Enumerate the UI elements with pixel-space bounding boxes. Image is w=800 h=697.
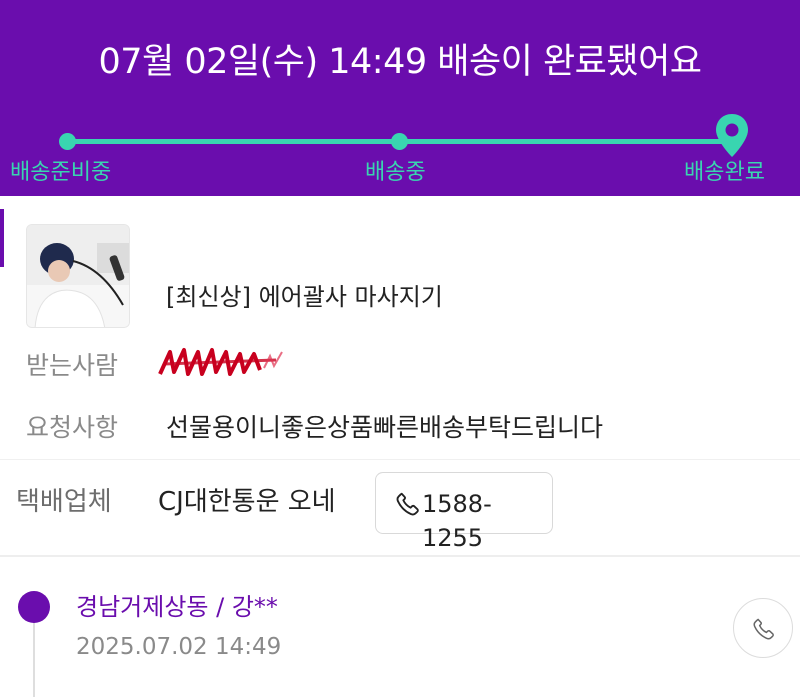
request-value: 선물용이니좋은상품빠른배송부탁드립니다 [166,413,604,442]
tracking-entry-location: 경남거제상동 / 강** [76,593,278,621]
location-pin-icon [716,114,748,157]
step-label-preparing: 배송준비중 [10,160,112,185]
courier-name: CJ대한통운 오네 [158,487,336,517]
phone-icon [753,618,774,640]
timeline-dot-current [18,591,50,623]
step-dot-preparing [59,133,76,150]
step-label-delivered: 배송완료 [684,160,765,185]
phone-icon [396,492,419,516]
recipient-label: 받는사람 [26,351,119,380]
section-accent-bar [0,209,4,267]
section-divider [0,459,800,460]
delivery-status-title: 07월 02일(수) 14:49 배송이 완료됐어요 [98,42,702,82]
redacted-recipient-scribble [158,348,283,376]
product-thumbnail[interactable] [26,224,130,328]
product-name: [최신상] 에어괄사 마사지기 [166,283,443,311]
courier-phone-number: 1588-1255 [422,490,492,552]
product-image [27,225,129,327]
step-label-shipping: 배송중 [365,160,426,185]
driver-call-button[interactable] [733,598,793,658]
section-divider-thick [0,555,800,557]
request-label: 요청사항 [26,413,119,442]
courier-call-button[interactable]: 1588-1255 [375,472,553,552]
courier-label: 택배업체 [16,487,112,517]
step-dot-shipping [391,133,408,150]
tracking-entry-time: 2025.07.02 14:49 [76,634,282,660]
timeline-line [33,620,35,697]
delivery-status-header: 07월 02일(수) 14:49 배송이 완료됐어요 배송준비중 배송중 배송완… [0,0,800,196]
